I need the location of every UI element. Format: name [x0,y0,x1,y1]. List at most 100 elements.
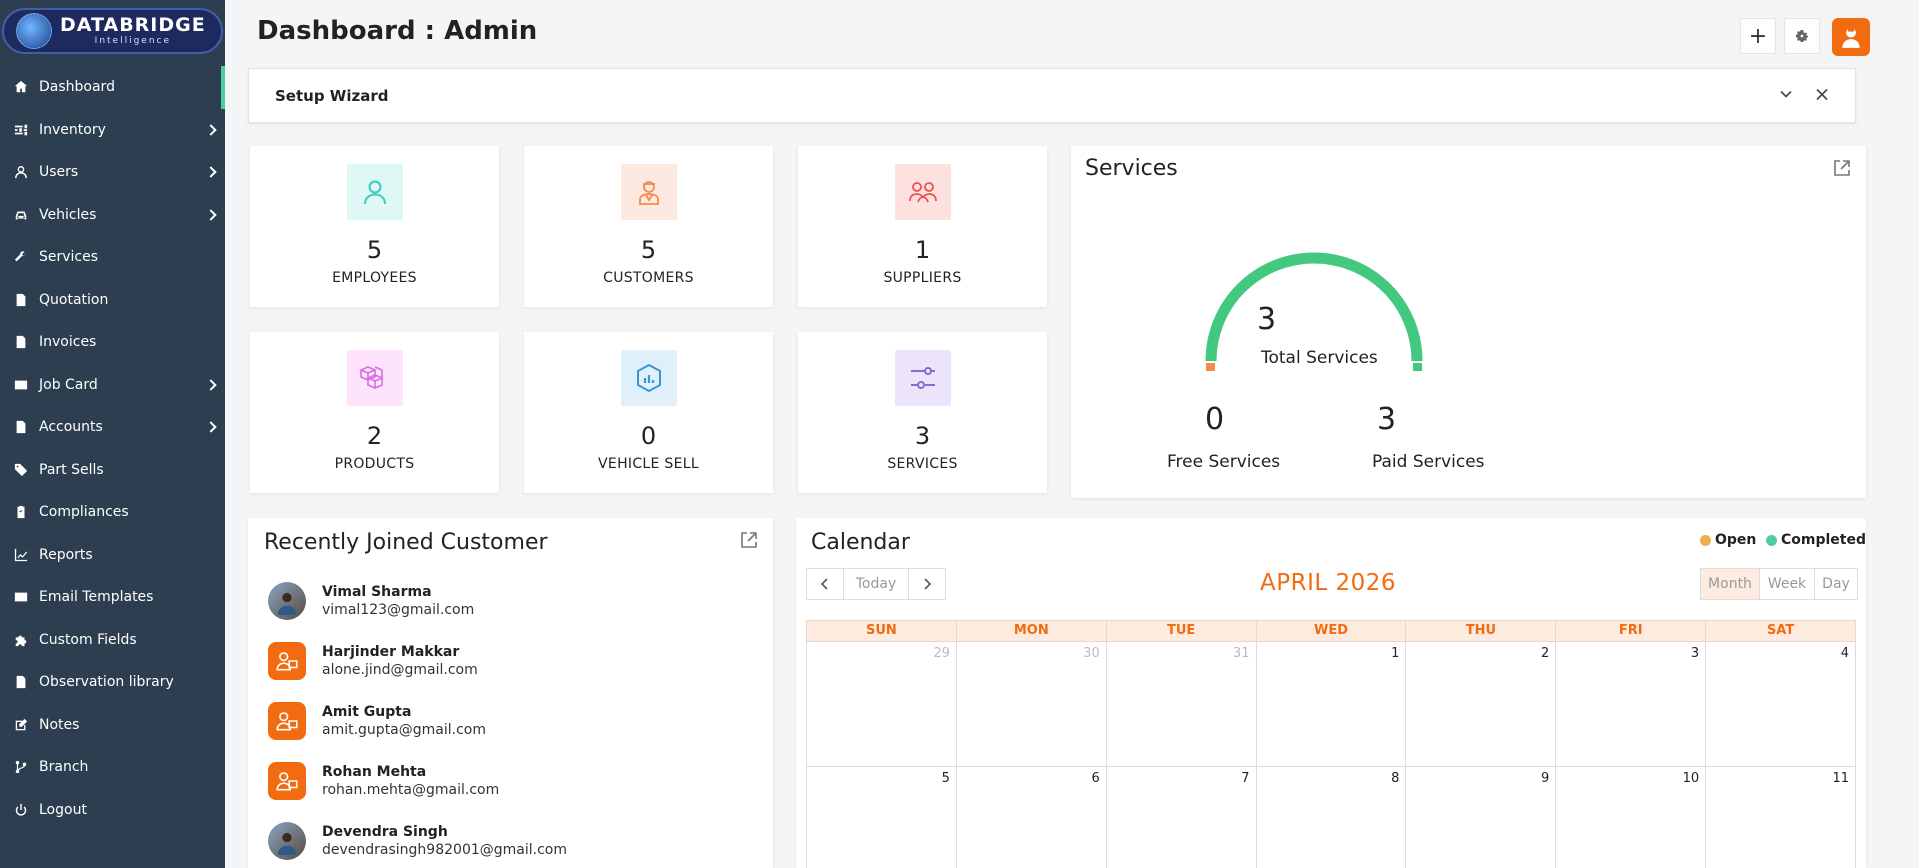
free-services-label: Free Services [1167,452,1281,472]
stat-value: 3 [914,422,931,450]
customer-email: alone.jind@gmail.com [322,662,478,678]
stat-card-suppliers[interactable]: 1 SUPPLIERS [798,146,1047,307]
sidebar-item-reports[interactable]: Reports [0,534,225,577]
calendar-day-cell[interactable]: 9 [1406,767,1557,868]
sidebar-item-inventory[interactable]: Inventory [0,109,225,152]
external-link-icon[interactable] [1832,158,1852,178]
chevron-right-icon [924,578,932,590]
sliders-icon [13,122,29,138]
list-item[interactable]: Vimal Sharma vimal123@gmail.com [268,582,474,620]
calendar-day-cell[interactable]: 10 [1556,767,1707,868]
globe-logo-icon [16,13,52,49]
services-card: Services 3 Total Services 0 Free Service… [1071,146,1866,498]
avatar [268,822,306,860]
chevron-right-icon [205,166,217,178]
sidebar-item-dashboard[interactable]: Dashboard [0,66,225,109]
document-icon [13,674,29,690]
hexagon-chart-icon [620,350,677,406]
stat-card-products[interactable]: 2 PRODUCTS [250,332,499,493]
sidebar-item-label: Quotation [39,291,109,308]
sidebar-item-job-card[interactable]: Job Card [0,364,225,407]
chevron-right-icon [205,421,217,433]
settings-button[interactable] [1784,18,1820,54]
sidebar-item-branch[interactable]: Branch [0,746,225,789]
calendar-day-cell[interactable]: 31 [1106,642,1257,767]
month-view-button[interactable]: Month [1700,568,1760,600]
sidebar-item-vehicles[interactable]: Vehicles [0,194,225,237]
paid-marker [1413,363,1422,371]
week-view-button[interactable]: Week [1759,568,1815,600]
calendar-day-cell[interactable]: 11 [1706,767,1857,868]
gear-icon [1796,30,1808,42]
group-icon [894,164,951,220]
gauge-arc [1205,252,1423,362]
list-item[interactable]: Amit Gupta amit.gupta@gmail.com [268,702,486,740]
free-services-value: 0 [1205,402,1225,437]
today-button[interactable]: Today [843,568,909,600]
stat-card-customers[interactable]: 5 CUSTOMERS [524,146,773,307]
calendar-day-cell[interactable]: 5 [807,767,957,868]
external-link-icon[interactable] [739,530,759,550]
document-icon [13,292,29,308]
sidebar-item-label: Compliances [39,504,129,521]
stat-card-employees[interactable]: 5 EMPLOYEES [250,146,499,307]
user-icon [346,164,403,220]
list-item[interactable]: Rohan Mehta rohan.mehta@gmail.com [268,762,499,800]
stat-label: SERVICES [887,456,958,472]
calendar-day-cell[interactable]: 4 [1706,642,1857,767]
sidebar-item-label: Users [39,164,79,181]
sidebar-item-email-templates[interactable]: Email Templates [0,576,225,619]
sidebar-item-services[interactable]: Services [0,236,225,279]
setup-wizard-panel[interactable]: Setup Wizard [248,68,1856,123]
calendar-day-cell[interactable]: 8 [1257,767,1407,868]
sidebar-item-quotation[interactable]: Quotation [0,279,225,322]
calendar-month-label: APRIL 2026 [1260,570,1397,596]
sidebar-item-observation-library[interactable]: Observation library [0,661,225,704]
customer-email: vimal123@gmail.com [322,602,475,618]
list-item[interactable]: Harjinder Makkar alone.jind@gmail.com [268,642,478,680]
calendar-day-cell[interactable]: 29 [807,642,957,767]
sidebar-item-custom-fields[interactable]: Custom Fields [0,619,225,662]
logo[interactable]: DATABRIDGE Intelligence [2,8,223,54]
calendar-day-cell[interactable]: 6 [957,767,1107,868]
calendar-day-cell[interactable]: 3 [1556,642,1707,767]
stat-card-services[interactable]: 3 SERVICES [798,332,1047,493]
sidebar-item-compliances[interactable]: Compliances [0,491,225,534]
sidebar-item-label: Services [39,249,99,266]
user-avatar-button[interactable] [1832,18,1870,56]
calendar-day-cell[interactable]: 1 [1256,642,1407,767]
legend-completed: Completed [1766,532,1866,548]
sidebar-item-label: Job Card [39,376,98,393]
logo-main-text: DATABRIDGE [60,14,206,36]
services-card-title: Services [1085,156,1178,181]
sidebar-item-notes[interactable]: Notes [0,704,225,747]
calendar-day-cell[interactable]: 2 [1406,642,1557,767]
calendar-day-cell[interactable]: 7 [1107,767,1257,868]
chart-icon [13,547,29,563]
tag-icon [13,462,29,478]
legend-open: Open [1700,532,1756,548]
sidebar-item-accounts[interactable]: Accounts [0,406,225,449]
customer-icon [276,652,298,671]
chevron-down-icon[interactable] [1779,85,1793,106]
sidebar-item-users[interactable]: Users [0,151,225,194]
sidebar-item-label: Logout [39,801,87,818]
sidebar-item-label: Dashboard [39,79,115,96]
list-item[interactable]: Devendra Singh devendrasingh982001@gmail.… [268,822,567,860]
customer-name: Harjinder Makkar [322,644,460,660]
completed-dot-icon [1766,534,1777,546]
stat-label: CUSTOMERS [603,270,694,286]
calendar-day-cell[interactable]: 30 [956,642,1107,767]
day-view-button[interactable]: Day [1814,568,1858,600]
sidebar-item-part-sells[interactable]: Part Sells [0,449,225,492]
next-month-button[interactable] [908,568,946,600]
avatar [268,642,306,680]
close-icon[interactable] [1815,85,1829,106]
sidebar-item-logout[interactable]: Logout [0,789,225,832]
stat-card-vehicle-sell[interactable]: 0 VEHICLE SELL [524,332,773,493]
page-title: Dashboard : Admin [257,16,538,46]
add-button[interactable]: + [1740,18,1776,54]
sidebar-item-invoices[interactable]: Invoices [0,321,225,364]
prev-month-button[interactable] [806,568,844,600]
card-icon [13,377,29,393]
